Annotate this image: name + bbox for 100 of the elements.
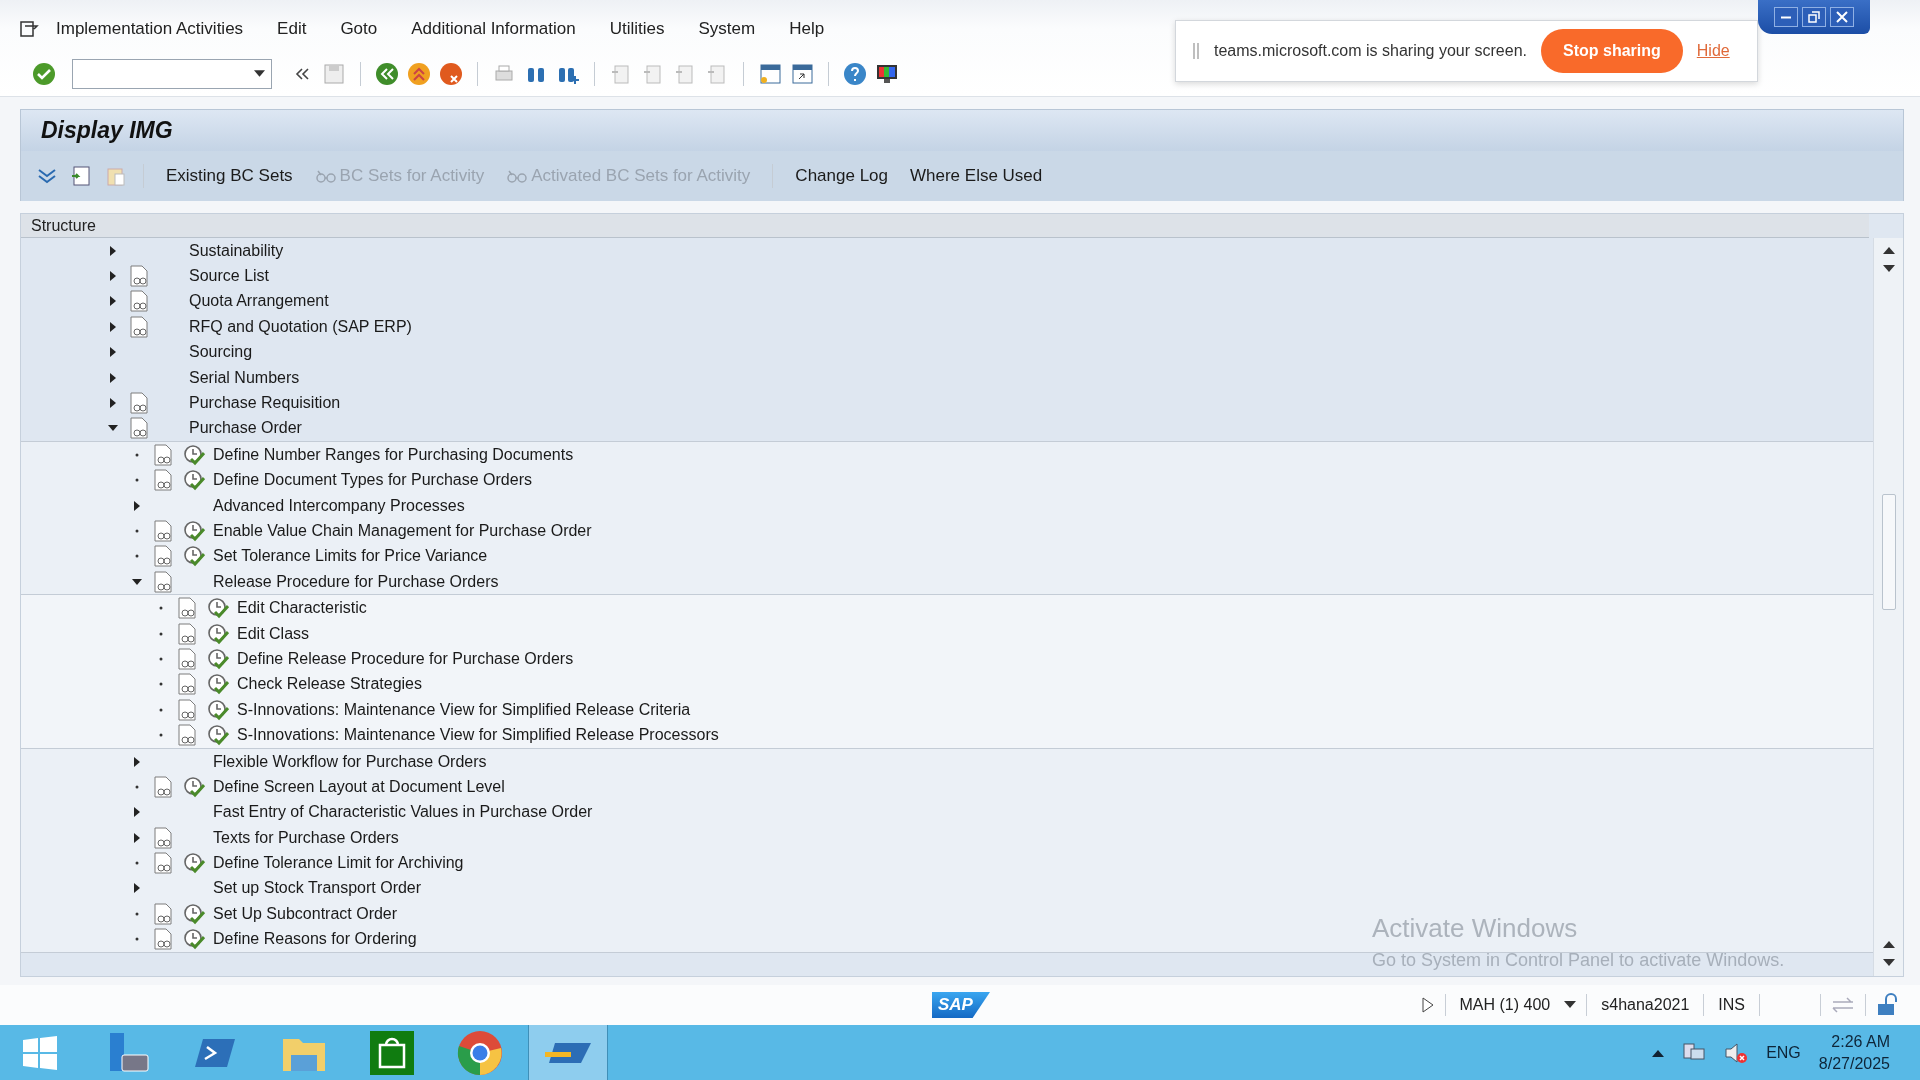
tree-item[interactable]: Set Tolerance Limits for Price Variance — [213, 547, 488, 566]
menu-item[interactable]: System — [698, 18, 756, 39]
language-indicator[interactable]: ENG — [1766, 1043, 1801, 1062]
tree-item[interactable]: Define Document Types for Purchase Orders — [213, 471, 532, 490]
banner-message: teams.microsoft.com is sharing your screen. — [1214, 42, 1527, 60]
unlocked-padlock-icon[interactable] — [1876, 993, 1900, 1017]
restore-button[interactable] — [1802, 7, 1826, 27]
tree-item[interactable]: Flexible Workflow for Purchase Orders — [213, 752, 487, 771]
expand-arrow-icon[interactable] — [108, 271, 118, 282]
tree-item[interactable]: Purchase Order — [189, 419, 302, 438]
tree-item[interactable]: Set Up Subcontract Order — [213, 904, 398, 923]
expand-arrow-icon[interactable] — [132, 500, 142, 511]
muted-speaker-icon[interactable] — [1724, 1040, 1749, 1065]
expand-arrow-icon[interactable] — [108, 398, 118, 409]
bullet-icon — [159, 656, 163, 661]
close-button[interactable] — [1830, 7, 1854, 27]
bullet-icon — [135, 911, 139, 916]
arrows-icon — [1831, 996, 1855, 1014]
check-icon[interactable] — [32, 61, 56, 86]
back-icon[interactable] — [375, 61, 399, 86]
bullet-icon — [159, 631, 163, 636]
toolbar-button[interactable]: Change Log — [789, 162, 894, 190]
document-glasses-icon — [177, 724, 197, 747]
tree-item[interactable]: Define Screen Layout at Document Level — [213, 777, 505, 796]
clock[interactable]: 2:26 AM 8/27/2025 — [1818, 1030, 1890, 1075]
collapse-arrow-icon[interactable] — [132, 576, 142, 587]
clock-check-icon — [207, 597, 229, 620]
tree-item[interactable]: Define Release Procedure for Purchase Orders — [237, 649, 574, 668]
clock-check-icon — [207, 647, 229, 670]
dropdown-caret-icon[interactable] — [1564, 1001, 1577, 1009]
document-glasses-icon — [177, 622, 197, 645]
toolbar-button[interactable]: Where Else Used — [904, 162, 1049, 190]
minimize-button[interactable] — [1774, 7, 1798, 27]
tree-item[interactable]: Edit Characteristic — [237, 599, 367, 618]
expand-arrow-icon[interactable] — [108, 347, 118, 358]
tree-item[interactable]: Define Number Ranges for Purchasing Documents — [213, 445, 574, 464]
expand-arrow-icon[interactable] — [132, 807, 142, 818]
taskbar-app[interactable] — [528, 1025, 608, 1080]
cancel-icon[interactable] — [439, 61, 463, 86]
tree-item[interactable]: Define Tolerance Limit for Archiving — [213, 854, 464, 873]
column-header: Structure — [31, 216, 96, 235]
expand-arrow-icon[interactable] — [108, 372, 118, 383]
expand-arrow-icon[interactable] — [108, 245, 118, 256]
tree-item[interactable]: Serial Numbers — [189, 368, 300, 387]
close-icon — [1836, 11, 1848, 23]
tree-item[interactable]: Quota Arrangement — [189, 292, 329, 311]
shortcut-window-icon[interactable] — [790, 61, 814, 86]
clock-check-icon — [183, 545, 205, 568]
tree-item[interactable]: S-Innovations: Maintenance View for Simplified Release Criteria — [237, 700, 691, 719]
command-field[interactable] — [72, 58, 272, 89]
tree-item[interactable]: Fast Entry of Characteristic Values in Purchase Order — [213, 803, 593, 822]
expand-arrow-icon[interactable] — [108, 296, 118, 307]
tree-item[interactable]: Check Release Strategies — [237, 675, 422, 694]
scroll-thumb[interactable] — [1881, 494, 1896, 610]
clock-check-icon — [183, 852, 205, 875]
tree-item[interactable]: RFQ and Quotation (SAP ERP) — [189, 317, 412, 336]
tree-item[interactable]: Purchase Requisition — [189, 394, 341, 413]
document-glasses-icon — [129, 315, 149, 338]
menu-item[interactable]: Edit — [277, 18, 307, 39]
document-glasses-icon — [177, 597, 197, 620]
exit-icon[interactable] — [407, 61, 431, 86]
document-glasses-icon — [153, 902, 173, 925]
expand-arrow-icon[interactable] — [108, 321, 118, 332]
document-glasses-icon — [153, 928, 173, 951]
toolbar-button[interactable]: Existing BC Sets — [160, 162, 299, 190]
bullet-icon — [159, 682, 163, 687]
document-glasses-icon — [153, 775, 173, 798]
expand-arrow-icon[interactable] — [132, 832, 142, 843]
bullet-icon — [135, 937, 139, 942]
tree-item[interactable]: Edit Class — [237, 624, 310, 643]
scroll-down-icon[interactable] — [1882, 264, 1895, 274]
tree-item[interactable]: Sustainability — [189, 241, 284, 260]
menu-item[interactable]: Utilities — [609, 18, 665, 39]
scroll-up-icon[interactable] — [1882, 940, 1895, 950]
tree-item[interactable]: Sourcing — [189, 343, 253, 362]
menu-item[interactable]: Help — [789, 18, 825, 39]
four-pane-window-icon — [21, 1033, 59, 1072]
menu-item[interactable]: Goto — [340, 18, 378, 39]
play-triangle-icon[interactable] — [1420, 996, 1435, 1014]
tree-item[interactable]: S-Innovations: Maintenance View for Simplified Release Processors — [237, 726, 719, 745]
tree-item[interactable]: Set up Stock Transport Order — [213, 879, 422, 898]
tree-item[interactable]: Release Procedure for Purchase Orders — [213, 572, 499, 591]
caret-up-icon[interactable] — [1652, 1048, 1665, 1057]
tree-item[interactable]: Texts for Purchase Orders — [213, 828, 399, 847]
document-list-icon[interactable] — [69, 164, 93, 188]
expand-arrow-icon[interactable] — [132, 883, 142, 894]
menu-item[interactable]: Implementation Activities — [56, 18, 244, 39]
clock-check-icon — [183, 520, 205, 542]
scroll-down-icon[interactable] — [1882, 958, 1895, 968]
menu-item[interactable]: Additional Information — [411, 18, 576, 39]
scrollbar[interactable] — [1873, 238, 1903, 976]
tree-item[interactable]: Define Reasons for Ordering — [213, 930, 417, 949]
document-glasses-icon — [153, 852, 173, 875]
tree-item[interactable]: Advanced Intercompany Processes — [213, 496, 465, 515]
scroll-up-icon[interactable] — [1882, 246, 1895, 256]
expand-arrow-icon[interactable] — [132, 756, 142, 767]
tree-item[interactable]: Source List — [189, 267, 270, 286]
new-window-icon[interactable] — [758, 61, 782, 86]
help-icon[interactable] — [843, 61, 867, 86]
tree-item[interactable]: Enable Value Chain Management for Purchase Order — [213, 522, 592, 540]
